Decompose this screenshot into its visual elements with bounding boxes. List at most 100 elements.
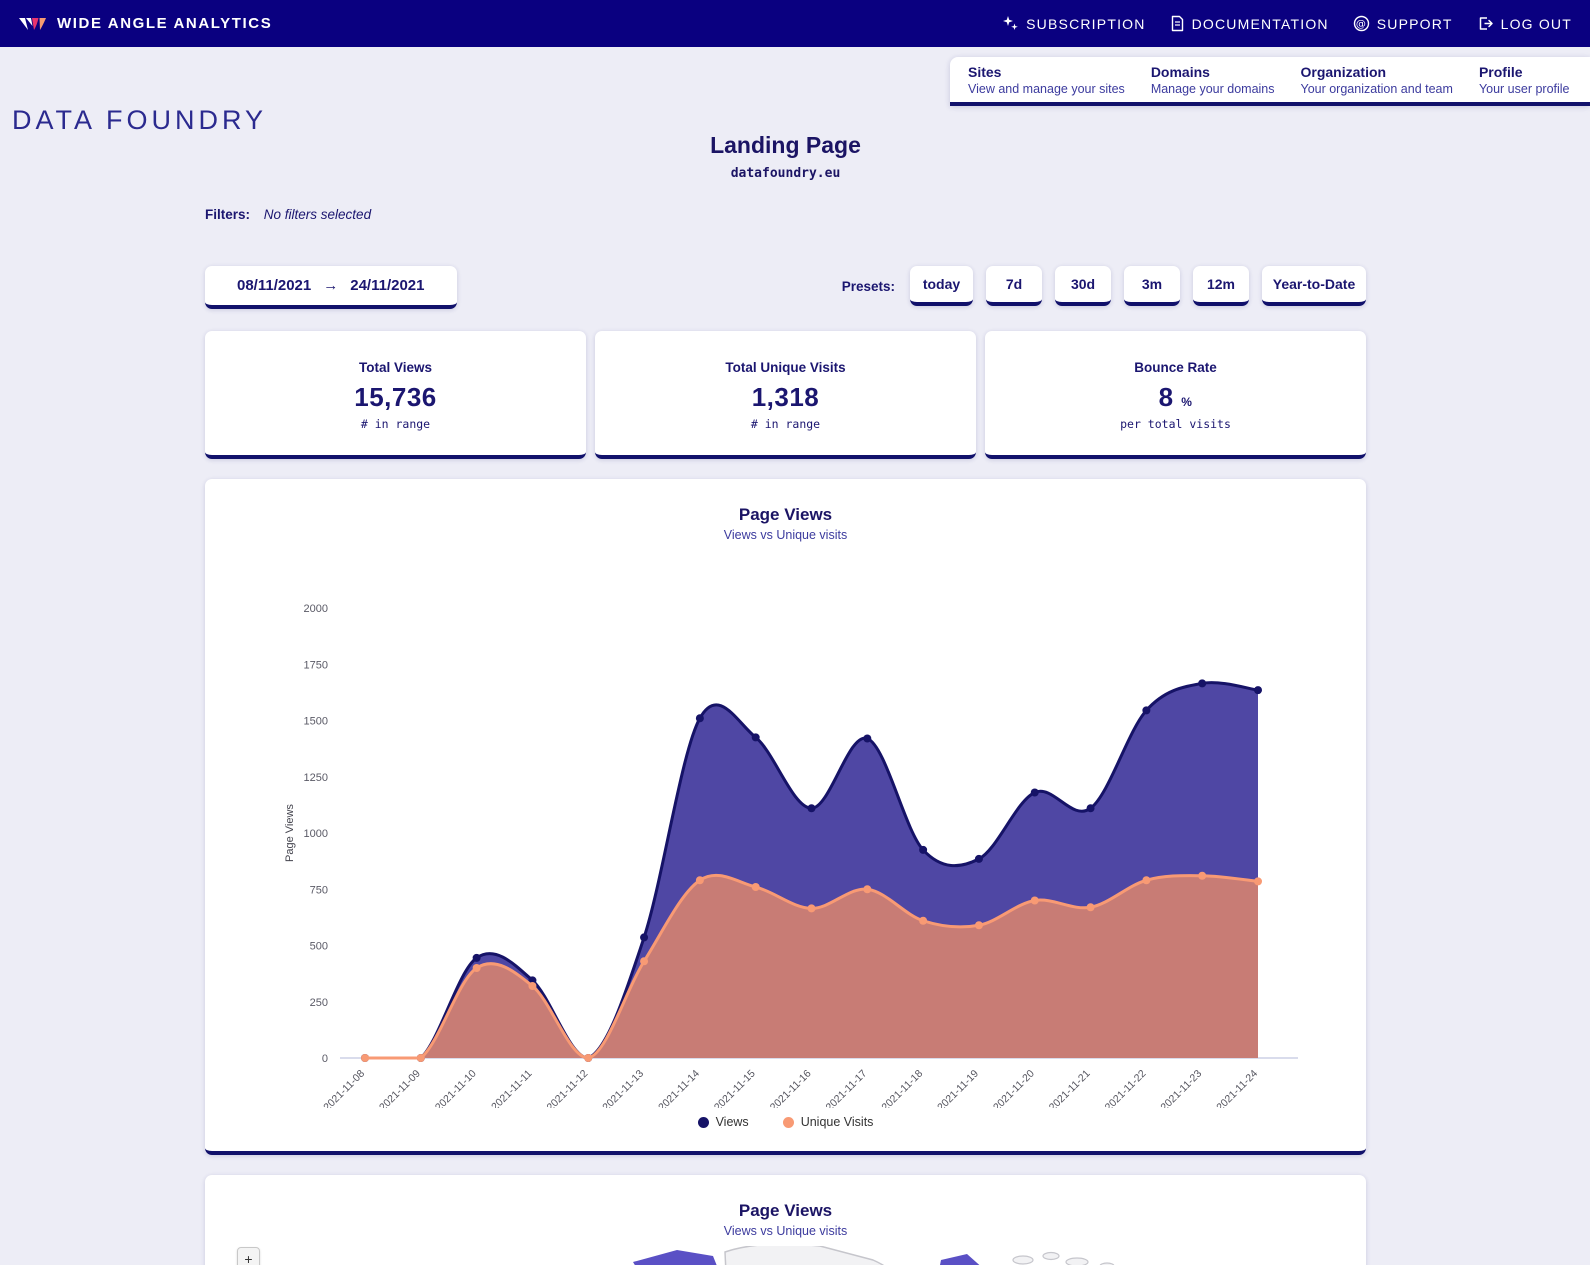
nav-item-organization[interactable]: Organization Your organization and team bbox=[1301, 64, 1453, 96]
preset-12m[interactable]: 12m bbox=[1193, 266, 1249, 306]
nav-subtitle: Your user profile bbox=[1478, 81, 1570, 96]
svg-text:2021-11-21: 2021-11-21 bbox=[1047, 1068, 1093, 1108]
preset-7d[interactable]: 7d bbox=[986, 266, 1042, 306]
app-logo-text[interactable]: Data Foundry bbox=[12, 105, 267, 136]
brand[interactable]: Wide Angle Analytics bbox=[18, 15, 272, 33]
topnav-label: Documentation bbox=[1191, 15, 1329, 32]
svg-text:2021-11-24: 2021-11-24 bbox=[1214, 1068, 1260, 1108]
topbar: Wide Angle Analytics Subscription Docume… bbox=[0, 0, 1590, 47]
stat-value: 1,318 bbox=[751, 382, 820, 412]
chart-title: Page Views bbox=[738, 505, 833, 524]
nav-subtitle: View and manage your sites bbox=[968, 81, 1125, 96]
stat-title: Total Views bbox=[358, 360, 433, 375]
daterange-row: 08/11/2021 → 24/11/2021 Presets: today 7… bbox=[205, 266, 1366, 309]
svg-text:2021-11-15: 2021-11-15 bbox=[712, 1068, 758, 1108]
svg-text:2021-11-14: 2021-11-14 bbox=[656, 1068, 702, 1108]
topnav: Subscription Documentation @ Support Log… bbox=[1002, 15, 1572, 32]
svg-text:2021-11-18: 2021-11-18 bbox=[879, 1068, 925, 1108]
legend-item-unique-visits[interactable]: Unique Visits bbox=[782, 1115, 874, 1129]
stat-title: Total Unique Visits bbox=[725, 360, 846, 375]
map-region-svalbard[interactable] bbox=[939, 1254, 1001, 1265]
presets-label: Presets: bbox=[841, 278, 895, 294]
legend-item-views[interactable]: Views bbox=[697, 1115, 749, 1129]
chart-subtitle: Views vs Unique visits bbox=[723, 528, 848, 542]
svg-text:2021-11-13: 2021-11-13 bbox=[600, 1068, 646, 1108]
nav-item-sites[interactable]: Sites View and manage your sites bbox=[968, 64, 1125, 96]
map-region-arctic-islands bbox=[1012, 1251, 1115, 1265]
svg-text:Page Views: Page Views bbox=[284, 804, 296, 862]
stat-caption: # in range bbox=[750, 417, 821, 431]
nav-item-profile[interactable]: Profile Your user profile bbox=[1479, 64, 1570, 96]
filters-label: Filters: bbox=[205, 207, 251, 222]
at-icon: @ bbox=[1353, 15, 1370, 32]
pageviews-chart-card: Page Views Views vs Unique visits 0 250 50… bbox=[205, 479, 1366, 1155]
topnav-subscription[interactable]: Subscription bbox=[1002, 15, 1145, 32]
stat-caption: per total visits bbox=[1120, 417, 1231, 431]
stats-row: Total Views 15,736 # in range Total Uniq… bbox=[205, 331, 1366, 459]
legend-label: Views bbox=[715, 1115, 749, 1129]
stat-card-total-views: Total Views 15,736 # in range bbox=[205, 331, 586, 459]
svg-text:500: 500 bbox=[310, 941, 328, 953]
svg-text:2000: 2000 bbox=[304, 603, 328, 615]
preset-today[interactable]: today bbox=[910, 266, 973, 306]
stat-value: 15,736 bbox=[354, 382, 437, 412]
svg-text:1750: 1750 bbox=[304, 659, 328, 671]
presets: Presets: today 7d 30d 3m 12m Year-to-Dat… bbox=[842, 266, 1366, 306]
legend-label: Unique Visits bbox=[800, 1115, 874, 1129]
nav-subtitle: Manage your domains bbox=[1150, 81, 1275, 96]
chart-legend: Views Unique Visits bbox=[205, 1113, 1366, 1151]
document-icon bbox=[1170, 15, 1185, 32]
svg-text:250: 250 bbox=[310, 997, 328, 1009]
daterange-end[interactable]: 24/11/2021 bbox=[350, 277, 424, 294]
chart-canvas[interactable]: 0 250 500 750 1000 1250 1500 1750 2000 Page Views… bbox=[205, 542, 1366, 1114]
page-title: Landing Page bbox=[710, 132, 861, 158]
svg-text:2021-11-20: 2021-11-20 bbox=[991, 1068, 1037, 1108]
topnav-documentation[interactable]: Documentation bbox=[1170, 15, 1329, 32]
nav-item-domains[interactable]: Domains Manage your domains bbox=[1151, 64, 1275, 96]
svg-text:2021-11-10: 2021-11-10 bbox=[433, 1068, 479, 1108]
svg-text:2021-11-22: 2021-11-22 bbox=[1103, 1068, 1149, 1108]
svg-text:1500: 1500 bbox=[304, 716, 328, 728]
map-title: Page Views bbox=[738, 1201, 833, 1220]
site-domain: datafoundry.eu bbox=[730, 166, 841, 181]
nav-title: Sites bbox=[968, 63, 1002, 80]
map-zoom-in-button[interactable]: + bbox=[237, 1247, 260, 1265]
map-country-greenland[interactable] bbox=[724, 1243, 903, 1265]
stat-caption: # in range bbox=[360, 417, 431, 431]
pageviews-map-card: Page Views Views vs Unique visits + − bbox=[205, 1175, 1366, 1265]
brand-name: Wide Angle Analytics bbox=[57, 15, 273, 32]
daterange-picker[interactable]: 08/11/2021 → 24/11/2021 bbox=[205, 266, 457, 309]
daterange-start[interactable]: 08/11/2021 bbox=[237, 277, 311, 294]
app-nav: Sites View and manage your sites Domains… bbox=[950, 57, 1590, 106]
nav-title: Organization bbox=[1300, 63, 1387, 80]
area-chart[interactable]: 0 250 500 750 1000 1250 1500 1750 2000 Page Views… bbox=[205, 542, 1366, 1114]
main-content: Landing Page datafoundry.eu Filters: No … bbox=[205, 132, 1366, 1265]
preset-3m[interactable]: 3m bbox=[1124, 266, 1180, 306]
world-map[interactable] bbox=[205, 1243, 1366, 1265]
map-zoom-controls: + − bbox=[237, 1247, 260, 1265]
svg-text:1000: 1000 bbox=[304, 828, 328, 840]
svg-text:750: 750 bbox=[310, 884, 328, 896]
topnav-logout[interactable]: Log Out bbox=[1477, 15, 1572, 32]
svg-text:0: 0 bbox=[322, 1053, 328, 1065]
svg-text:2021-11-08: 2021-11-08 bbox=[321, 1068, 367, 1108]
preset-30d[interactable]: 30d bbox=[1055, 266, 1111, 306]
svg-text:2021-11-19: 2021-11-19 bbox=[935, 1068, 981, 1108]
preset-year-to-date[interactable]: Year-to-Date bbox=[1262, 266, 1366, 306]
svg-text:@: @ bbox=[1356, 19, 1367, 30]
filters-value[interactable]: No filters selected bbox=[264, 207, 371, 222]
topnav-label: Log Out bbox=[1500, 15, 1572, 32]
views-legend-dot-icon bbox=[697, 1116, 709, 1128]
nav-title: Profile bbox=[1478, 63, 1523, 80]
filters-row: Filters: No filters selected bbox=[205, 207, 1366, 222]
svg-text:2021-11-09: 2021-11-09 bbox=[377, 1068, 423, 1108]
stat-value: 8 bbox=[1158, 382, 1174, 412]
stat-card-bounce-rate: Bounce Rate 8 % per total visits bbox=[985, 331, 1366, 459]
header: Data Foundry Sites View and manage your … bbox=[0, 47, 1590, 135]
stat-card-unique-visits: Total Unique Visits 1,318 # in range bbox=[595, 331, 976, 459]
topnav-support[interactable]: @ Support bbox=[1353, 15, 1453, 32]
stat-unit: % bbox=[1181, 395, 1193, 409]
map-subtitle: Views vs Unique visits bbox=[723, 1224, 848, 1238]
topnav-label: Support bbox=[1376, 15, 1453, 32]
svg-text:2021-11-17: 2021-11-17 bbox=[824, 1068, 870, 1108]
